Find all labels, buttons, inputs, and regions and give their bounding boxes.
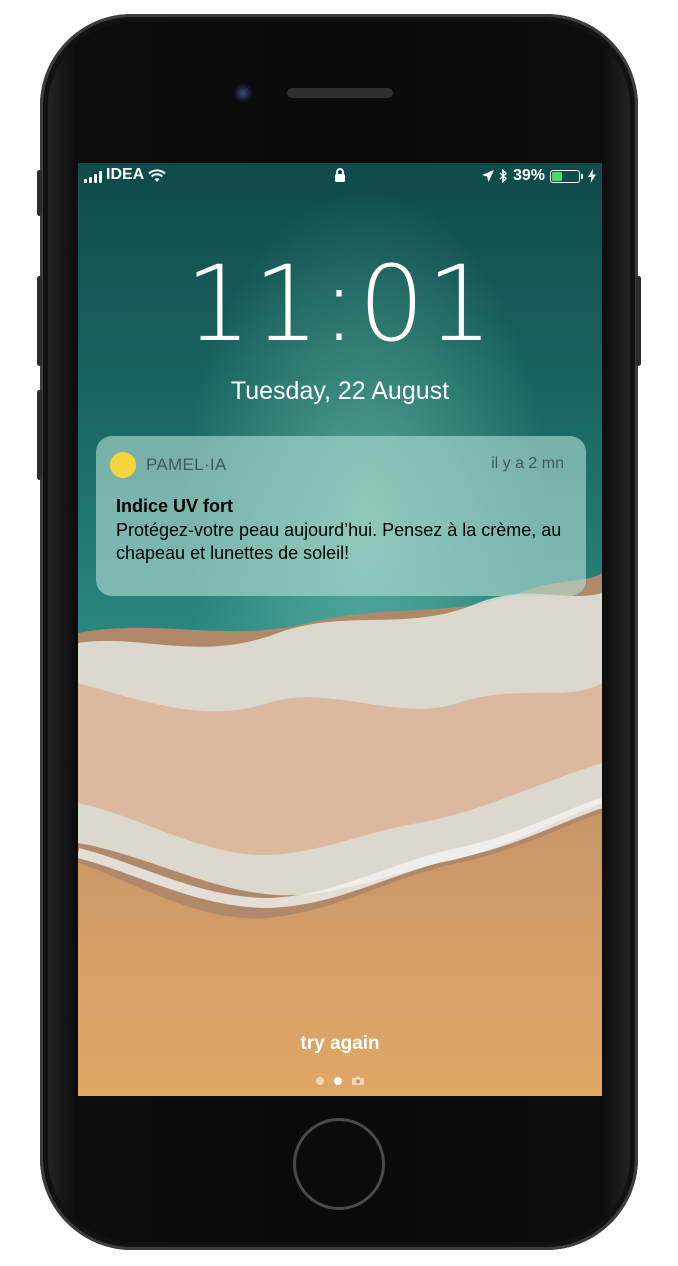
power-button xyxy=(636,276,641,366)
lock-screen[interactable]: IDEA 39% 11:01 Tuesday, 22 August PAMEL·… xyxy=(78,163,602,1096)
charging-icon xyxy=(588,169,596,183)
earpiece-speaker xyxy=(287,88,393,98)
mute-switch xyxy=(37,170,42,216)
signal-icon xyxy=(84,170,102,183)
notification-app-name: PAMEL·IA xyxy=(146,455,227,474)
notification-body: Protégez-votre peau aujourd’hui. Pensez … xyxy=(116,520,562,563)
home-button[interactable] xyxy=(293,1118,385,1210)
lock-date: Tuesday, 22 August xyxy=(230,377,450,405)
bluetooth-icon xyxy=(499,169,508,183)
page-indicator xyxy=(78,1076,602,1085)
notification-title: Indice UV fort xyxy=(116,496,234,516)
volume-down-button xyxy=(37,390,42,480)
location-icon xyxy=(481,170,494,182)
notification-time: il y a 2 mn xyxy=(491,455,564,472)
battery-icon xyxy=(550,169,583,183)
sun-icon xyxy=(110,452,136,478)
camera-icon xyxy=(352,1076,364,1085)
status-bar: IDEA 39% xyxy=(78,163,602,189)
wifi-icon xyxy=(148,169,166,182)
page-dot xyxy=(316,1076,324,1085)
lock-clock: 11:01 xyxy=(185,243,495,365)
lock-icon xyxy=(335,168,345,182)
battery-percentage: 39% xyxy=(512,167,545,184)
carrier-name: IDEA xyxy=(106,166,145,183)
unlock-hint: try again xyxy=(300,1033,380,1054)
volume-up-button xyxy=(37,276,42,366)
front-camera xyxy=(234,84,254,104)
notification-card[interactable]: PAMEL·IA il y a 2 mn Indice UV fort Prot… xyxy=(96,436,586,596)
page-dot-active xyxy=(334,1076,342,1085)
